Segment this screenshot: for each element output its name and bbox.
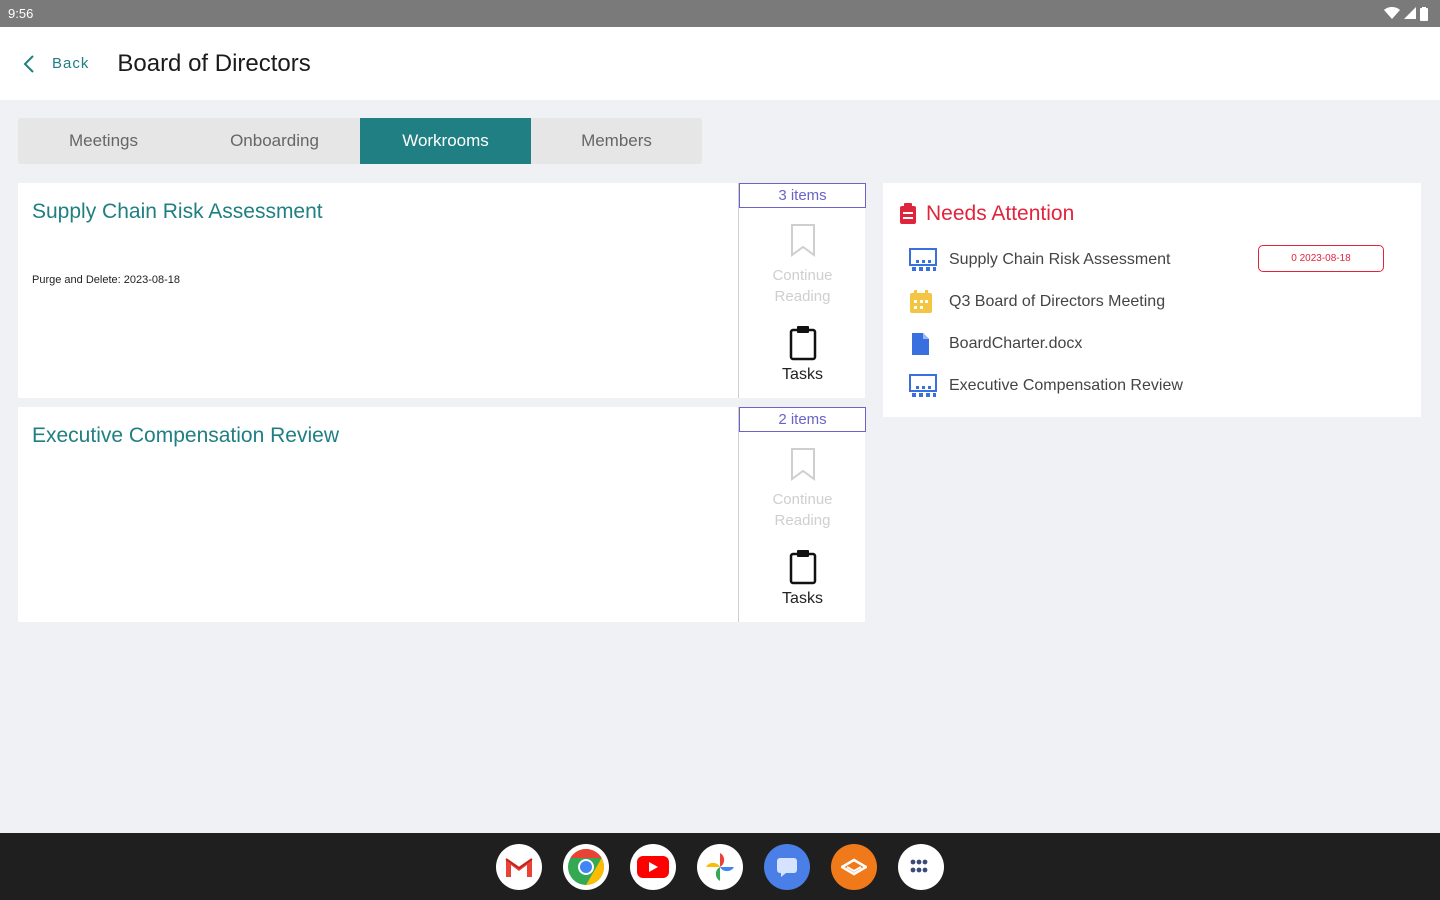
- tab-members[interactable]: Members: [531, 118, 702, 164]
- tasks-label: Tasks: [782, 590, 823, 607]
- attention-item-label: Executive Compensation Review: [949, 377, 1183, 394]
- gmail-icon[interactable]: [496, 843, 542, 890]
- needs-attention-header: Needs Attention: [899, 202, 1074, 226]
- items-count-badge: 2 items: [739, 407, 866, 432]
- tasks-label: Tasks: [782, 366, 823, 383]
- status-bar: 9:56: [0, 0, 1440, 27]
- workroom-actions: 3 items Continue Reading Tasks: [738, 183, 866, 398]
- messages-icon[interactable]: [764, 843, 810, 890]
- attention-item-label: BoardCharter.docx: [949, 335, 1083, 352]
- attention-item-label: Supply Chain Risk Assessment: [949, 251, 1171, 268]
- app-icon[interactable]: [831, 843, 877, 890]
- attention-item[interactable]: Supply Chain Risk Assessment: [909, 248, 1170, 272]
- items-count-badge: 3 items: [739, 183, 866, 208]
- continue-reading-button[interactable]: Continue Reading: [739, 223, 866, 307]
- attention-item[interactable]: Q3 Board of Directors Meeting: [909, 290, 1165, 314]
- youtube-icon[interactable]: [630, 843, 676, 890]
- workroom-icon: [909, 248, 937, 271]
- tab-onboarding[interactable]: Onboarding: [189, 118, 360, 164]
- alert-clipboard-icon: [900, 203, 916, 224]
- bookmark-icon: [790, 448, 815, 481]
- taskbar: [0, 833, 1440, 900]
- needs-attention-panel: Needs Attention Supply Chain Risk Assess…: [883, 183, 1421, 417]
- back-label: Back: [52, 55, 90, 72]
- clipboard-icon: [789, 326, 816, 361]
- signal-icon: [1404, 7, 1416, 19]
- workroom-title[interactable]: Executive Compensation Review: [32, 424, 339, 448]
- chevron-left-icon: [23, 54, 34, 73]
- continue-reading-label: Continue Reading: [772, 491, 833, 529]
- tab-meetings[interactable]: Meetings: [18, 118, 189, 164]
- status-icons: [1384, 6, 1428, 21]
- continue-reading-button[interactable]: Continue Reading: [739, 447, 866, 531]
- page-title: Board of Directors: [117, 49, 311, 77]
- workroom-icon: [909, 374, 937, 397]
- photos-icon[interactable]: [697, 843, 743, 890]
- attention-item-label: Q3 Board of Directors Meeting: [949, 293, 1166, 310]
- wifi-icon: [1384, 7, 1400, 19]
- document-icon: [912, 333, 929, 355]
- calendar-icon: [910, 290, 932, 313]
- workroom-actions: 2 items Continue Reading Tasks: [738, 407, 866, 622]
- workroom-purge-date: Purge and Delete: 2023-08-18: [32, 274, 180, 286]
- attention-item[interactable]: Executive Compensation Review: [909, 374, 1183, 398]
- tasks-button[interactable]: Tasks: [739, 325, 866, 384]
- needs-attention-title: Needs Attention: [926, 202, 1075, 225]
- chrome-icon[interactable]: [563, 843, 609, 890]
- app-drawer-icon[interactable]: [898, 843, 944, 890]
- continue-reading-label: Continue Reading: [772, 267, 833, 305]
- back-button[interactable]: Back: [22, 54, 89, 74]
- tab-workrooms[interactable]: Workrooms: [360, 118, 531, 164]
- status-time: 9:56: [8, 6, 34, 21]
- attention-item[interactable]: BoardCharter.docx: [909, 332, 1082, 356]
- due-date-chip: 0 2023-08-18: [1258, 245, 1384, 272]
- app-header: Back Board of Directors: [0, 27, 1440, 100]
- workroom-card[interactable]: Supply Chain Risk Assessment Purge and D…: [18, 183, 738, 398]
- tab-bar: Meetings Onboarding Workrooms Members: [18, 118, 702, 164]
- bookmark-icon: [790, 224, 815, 257]
- workroom-title[interactable]: Supply Chain Risk Assessment: [32, 200, 323, 224]
- workroom-card[interactable]: Executive Compensation Review: [18, 407, 738, 622]
- clipboard-icon: [789, 550, 816, 585]
- tasks-button[interactable]: Tasks: [739, 549, 866, 608]
- battery-icon: [1420, 6, 1428, 21]
